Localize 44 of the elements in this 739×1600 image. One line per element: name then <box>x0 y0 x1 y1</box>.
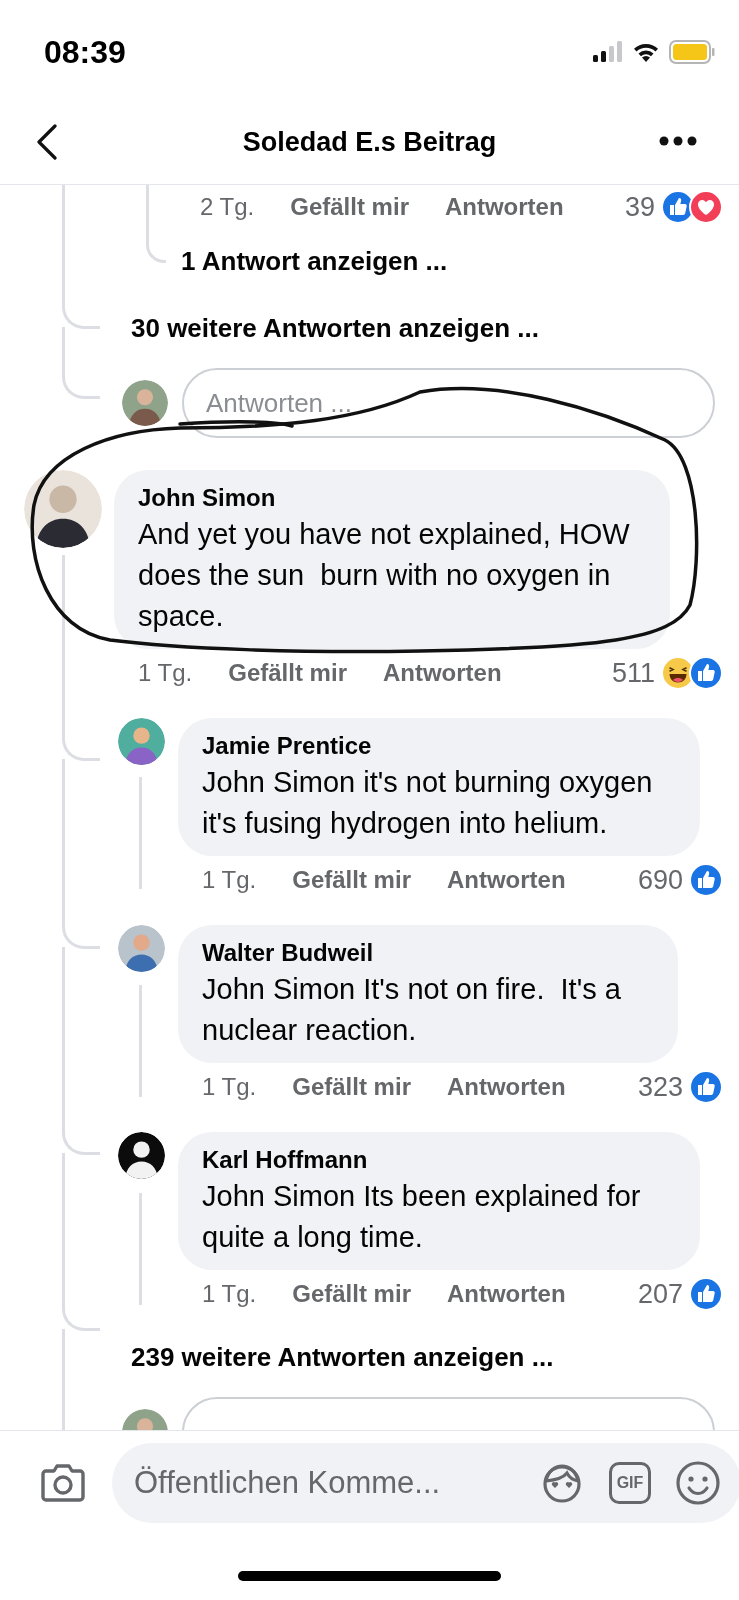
comment-author[interactable]: Jamie Prentice <box>202 730 680 762</box>
avatar[interactable] <box>122 380 168 426</box>
comment-text: John Simon Its been explained for quite a long time. <box>202 1179 642 1255</box>
more-options-button[interactable] <box>659 134 697 148</box>
reaction-count: 39 <box>624 190 655 224</box>
avatar[interactable] <box>118 1132 165 1179</box>
battery-icon <box>669 40 715 64</box>
emoji-button[interactable] <box>675 1460 721 1506</box>
page-title: Soledad E.s Beitrag <box>242 125 497 159</box>
reply-link[interactable]: Antworten <box>446 1069 566 1105</box>
like-link[interactable]: Gefällt mir <box>290 189 409 225</box>
camera-button[interactable] <box>40 1462 86 1504</box>
reaction-count: 207 <box>637 1277 683 1311</box>
like-link[interactable]: Gefällt mir <box>292 1276 411 1312</box>
reply-link[interactable]: Antworten <box>444 189 564 225</box>
reaction-count: 690 <box>637 863 683 897</box>
clock-time: 08:39 <box>44 33 126 72</box>
reaction-count: 323 <box>637 1070 683 1104</box>
comment-field[interactable]: Öffentlichen Komme... GIF <box>112 1443 739 1523</box>
comment-text: And yet you have not explained, HOW does the sun burn with no oxygen in space. <box>138 517 631 634</box>
comment-time: 1 Tg. <box>202 1072 257 1102</box>
comment-time: 2 Tg. <box>200 192 255 222</box>
reply-link[interactable]: Antworten <box>446 862 566 898</box>
reply-link[interactable]: Antworten <box>446 1276 566 1312</box>
more-replies-link[interactable]: 1 Antwort anzeigen ... <box>181 241 448 281</box>
like-link[interactable]: Gefällt mir <box>292 1069 411 1105</box>
reaction-count: 511 <box>611 656 655 690</box>
comment-author[interactable]: Walter Budweil <box>202 937 658 969</box>
reply-link[interactable]: Antworten <box>382 655 502 691</box>
gif-button[interactable]: GIF <box>609 1462 651 1504</box>
comment-text: John Simon it's not burning oxygen it's fusing hydrogen into helium. <box>202 765 654 841</box>
comment-text: John Simon It's not on fire. It's a nuclear reaction. <box>202 972 622 1048</box>
more-replies-link[interactable]: 239 weitere Antworten anzeigen ... <box>131 1337 554 1377</box>
comment-author[interactable]: John Simon <box>138 482 650 514</box>
comment-time: 1 Tg. <box>138 658 193 688</box>
wifi-icon <box>631 41 661 63</box>
comment-time: 1 Tg. <box>202 1279 257 1309</box>
signal-icon <box>593 41 623 63</box>
like-link[interactable]: Gefällt mir <box>292 862 411 898</box>
more-replies-link[interactable]: 30 weitere Antworten anzeigen ... <box>131 308 539 348</box>
reply-field[interactable]: Antworten ... <box>182 368 715 438</box>
comment-time: 1 Tg. <box>202 865 257 895</box>
comment-author[interactable]: Karl Hoffmann <box>202 1144 680 1176</box>
like-link[interactable]: Gefällt mir <box>228 655 347 691</box>
